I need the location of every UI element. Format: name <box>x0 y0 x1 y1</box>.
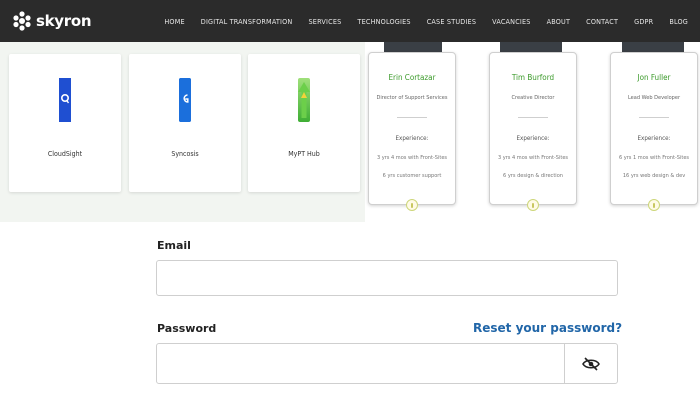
eye-slash-icon <box>582 356 600 371</box>
nav-services[interactable]: SERVICES <box>308 17 341 26</box>
tool-card-syncosis[interactable]: Syncosis <box>129 54 241 192</box>
team-photo <box>500 42 562 52</box>
team-role: Creative Director <box>511 95 555 101</box>
tool-label: CloudSight <box>47 150 83 158</box>
team-name: Tim Burford <box>511 73 555 82</box>
experience-line: 6 yrs 1 mos with Front-Sites <box>618 155 690 161</box>
nav-vacancies[interactable]: VACANCIES <box>492 17 530 26</box>
team-role: Director of Support Services <box>376 95 448 101</box>
nav-home[interactable]: HOME <box>164 17 184 26</box>
tool-card-cloudsight[interactable]: CloudSight <box>9 54 121 192</box>
logo-icon <box>13 11 31 31</box>
team-photo <box>384 42 442 52</box>
info-toggle-icon[interactable] <box>527 199 539 211</box>
tool-label: MyPT Hub <box>288 150 320 158</box>
blue-g-icon <box>179 78 191 122</box>
experience-line: 16 yrs web design & dev <box>622 173 686 179</box>
password-field[interactable] <box>156 343 618 384</box>
team-name: Jon Fuller <box>637 73 671 82</box>
experience-line: 6 yrs design & direction <box>503 173 563 179</box>
divider <box>518 117 548 118</box>
experience-heading: Experience: <box>637 135 671 142</box>
info-toggle-icon[interactable] <box>406 199 418 211</box>
email-label: Email <box>157 239 191 252</box>
logo-text: skyron <box>36 12 92 30</box>
team-card-jon-fuller[interactable]: Jon Fuller Lead Web Developer Experience… <box>610 52 698 211</box>
experience-heading: Experience: <box>395 135 429 142</box>
email-field[interactable] <box>156 260 618 296</box>
top-navbar: skyron HOME DIGITAL TRANSFORMATION SERVI… <box>0 0 700 42</box>
skyron-logo[interactable]: skyron <box>12 10 92 32</box>
team-name: Erin Cortazar <box>388 73 436 82</box>
tool-card-mypt-hub[interactable]: MyPT Hub <box>248 54 360 192</box>
nav-gdpr[interactable]: GDPR <box>634 17 653 26</box>
blue-q-icon <box>59 78 71 122</box>
toggle-password-visibility-button[interactable] <box>564 344 617 383</box>
nav-blog[interactable]: BLOG <box>669 17 688 26</box>
nav-about[interactable]: ABOUT <box>547 17 571 26</box>
main-nav: HOME DIGITAL TRANSFORMATION SERVICES TEC… <box>148 0 688 42</box>
nav-case-studies[interactable]: CASE STUDIES <box>427 17 476 26</box>
experience-line: 3 yrs 4 mos with Front-Sites <box>497 155 569 161</box>
team-card-tim-burford[interactable]: Tim Burford Creative Director Experience… <box>489 52 577 211</box>
green-arrow-icon <box>298 78 310 122</box>
nav-digital-transformation[interactable]: DIGITAL TRANSFORMATION <box>201 17 293 26</box>
info-toggle-icon[interactable] <box>648 199 660 211</box>
divider <box>639 117 669 118</box>
tool-label: Syncosis <box>171 150 199 158</box>
experience-heading: Experience: <box>516 135 550 142</box>
nav-technologies[interactable]: TECHNOLOGIES <box>357 17 410 26</box>
team-card-erin-cortazar[interactable]: Erin Cortazar Director of Support Servic… <box>368 52 456 211</box>
reset-password-link[interactable]: Reset your password? <box>473 321 622 335</box>
divider <box>397 117 427 118</box>
password-label: Password <box>157 322 217 335</box>
team-role: Lead Web Developer <box>627 95 681 101</box>
nav-contact[interactable]: CONTACT <box>586 17 618 26</box>
team-photo <box>622 42 684 52</box>
experience-line: 6 yrs customer support <box>382 173 442 179</box>
experience-line: 3 yrs 4 mos with Front-Sites <box>376 155 448 161</box>
